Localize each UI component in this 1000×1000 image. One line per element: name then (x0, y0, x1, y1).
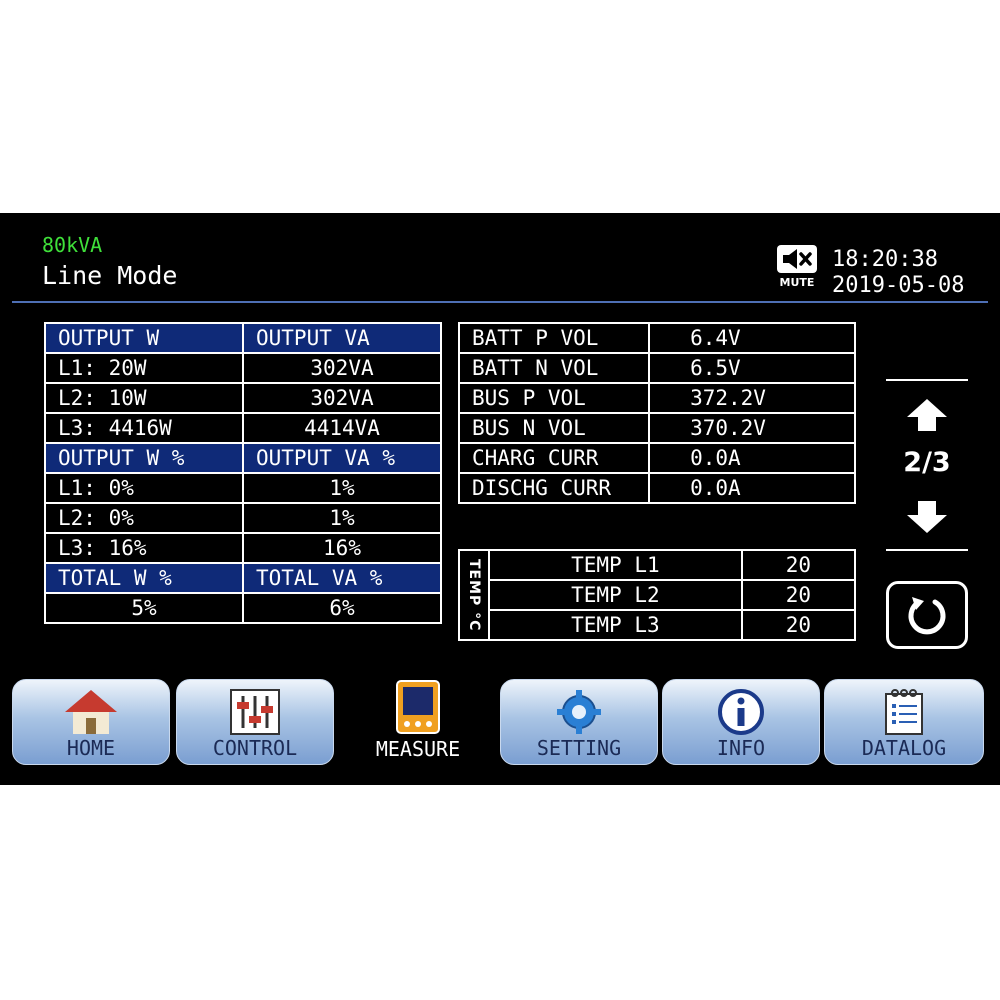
nav-control-button[interactable]: CONTROL (176, 679, 334, 765)
output-table-row: OUTPUT W % OUTPUT VA % (44, 442, 442, 474)
mute-label: MUTE (779, 276, 815, 289)
pager-top-rule (886, 379, 968, 381)
output-table-row: OUTPUT W OUTPUT VA (44, 322, 442, 354)
mode-label: Line Mode (42, 261, 178, 290)
temperature-table: TEMP °C TEMP L1 20 TEMP L2 20 TEMP L3 20 (458, 549, 857, 641)
battery-value-cell: 6.5V (648, 352, 856, 384)
nav-datalog-label: DATALOG (861, 736, 947, 760)
output-cell: 1% (242, 472, 442, 504)
output-table-row: L2: 10W 302VA (44, 382, 442, 414)
nav-info-button[interactable]: INFO (662, 679, 820, 765)
output-header-cell: OUTPUT VA % (242, 442, 442, 474)
battery-label-cell: BATT P VOL (457, 322, 651, 354)
battery-table-row: CHARG CURR 0.0A (457, 442, 856, 474)
clock-date: 2019-05-08 (832, 273, 965, 298)
temperature-label-cell: TEMP L3 (488, 609, 743, 641)
nav-control-label: CONTROL (212, 736, 298, 760)
output-cell: L2: 0% (44, 502, 244, 534)
nav-home-button[interactable]: HOME (12, 679, 170, 765)
arrow-down-icon (907, 501, 947, 533)
temperature-label-cell: TEMP L1 (488, 549, 743, 581)
nav-measure-button[interactable]: MEASURE (340, 679, 496, 765)
battery-table-row: BUS P VOL 372.2V (457, 382, 856, 414)
meter-icon (396, 680, 440, 734)
output-table: OUTPUT W OUTPUT VA L1: 20W 302VA L2: 10W 302V… (44, 322, 442, 624)
nav-home-label: HOME (66, 736, 116, 760)
battery-value-cell: 0.0A (648, 472, 856, 504)
battery-value-cell: 370.2V (648, 412, 856, 444)
output-header-cell: TOTAL W % (44, 562, 244, 594)
info-icon (718, 689, 764, 735)
mute-button[interactable]: MUTE (774, 245, 820, 293)
output-table-row: L3: 4416W 4414VA (44, 412, 442, 444)
temperature-unit-label: TEMP °C (466, 558, 482, 632)
clock-time: 18:20:38 (832, 247, 938, 272)
battery-table-row: BUS N VOL 370.2V (457, 412, 856, 444)
output-cell: L3: 16% (44, 532, 244, 564)
output-table-row: TOTAL W % TOTAL VA % (44, 562, 442, 594)
output-cell: 4414VA (242, 412, 442, 444)
ups-screen: 80kVA Line Mode MUTE 18:20:38 2019-05-08… (0, 213, 1000, 785)
battery-table-row: BATT N VOL 6.5V (457, 352, 856, 384)
battery-table-row: DISCHG CURR 0.0A (457, 472, 856, 504)
output-header-cell: OUTPUT W (44, 322, 244, 354)
header-divider (12, 301, 988, 303)
output-cell: 5% (44, 592, 244, 624)
output-cell: 6% (242, 592, 442, 624)
battery-label-cell: BUS P VOL (457, 382, 651, 414)
pager-bottom-rule (886, 549, 968, 551)
battery-label-cell: BUS N VOL (457, 412, 651, 444)
temperature-side-cell: TEMP °C (458, 549, 490, 641)
battery-value-cell: 0.0A (648, 442, 856, 474)
sliders-icon (230, 689, 280, 735)
battery-value-cell: 6.4V (648, 322, 856, 354)
model-label: 80kVA (42, 233, 103, 257)
page-down-button[interactable] (905, 499, 949, 539)
battery-bus-table: BATT P VOL 6.4V BATT N VOL 6.5V BUS P VOL 372… (457, 322, 856, 504)
page-up-button[interactable] (905, 397, 949, 437)
temperature-label-cell: TEMP L2 (488, 579, 743, 611)
output-table-row: L1: 0% 1% (44, 472, 442, 504)
output-cell: L2: 10W (44, 382, 244, 414)
arrow-up-icon (907, 399, 947, 431)
temperature-table-row: TEMP °C TEMP L1 20 (458, 549, 857, 641)
battery-label-cell: CHARG CURR (457, 442, 651, 474)
gear-icon (557, 690, 601, 734)
output-cell: 1% (242, 502, 442, 534)
refresh-button[interactable] (886, 581, 968, 649)
output-cell: L1: 0% (44, 472, 244, 504)
nav-setting-button[interactable]: SETTING (500, 679, 658, 765)
output-cell: 302VA (242, 382, 442, 414)
output-table-row: 5% 6% (44, 592, 442, 624)
page-indicator: 2/3 (903, 447, 951, 478)
home-icon (65, 690, 117, 734)
nav-measure-label: MEASURE (375, 737, 461, 761)
battery-value-cell: 372.2V (648, 382, 856, 414)
output-table-row: L3: 16% 16% (44, 532, 442, 564)
battery-label-cell: DISCHG CURR (457, 472, 651, 504)
temperature-table-row: TEMP L2 20 (459, 579, 857, 611)
output-header-cell: OUTPUT VA (242, 322, 442, 354)
temperature-value-cell: 20 (740, 549, 857, 581)
battery-table-row: BATT P VOL 6.4V (457, 322, 856, 354)
temperature-value-cell: 20 (740, 609, 857, 641)
output-cell: 16% (242, 532, 442, 564)
output-cell: 302VA (242, 352, 442, 384)
refresh-icon (908, 597, 946, 635)
speaker-mute-icon (777, 245, 817, 273)
output-cell: L1: 20W (44, 352, 244, 384)
output-table-row: L2: 0% 1% (44, 502, 442, 534)
nav-datalog-button[interactable]: DATALOG (824, 679, 984, 765)
nav-setting-label: SETTING (536, 736, 622, 760)
output-header-cell: OUTPUT W % (44, 442, 244, 474)
output-cell: L3: 4416W (44, 412, 244, 444)
battery-label-cell: BATT N VOL (457, 352, 651, 384)
output-table-row: L1: 20W 302VA (44, 352, 442, 384)
page-navigator: 2/3 (886, 379, 968, 551)
output-header-cell: TOTAL VA % (242, 562, 442, 594)
nav-info-label: INFO (716, 736, 766, 760)
temperature-value-cell: 20 (740, 579, 857, 611)
temperature-table-row: TEMP L3 20 (459, 609, 857, 641)
notepad-icon (885, 689, 923, 735)
